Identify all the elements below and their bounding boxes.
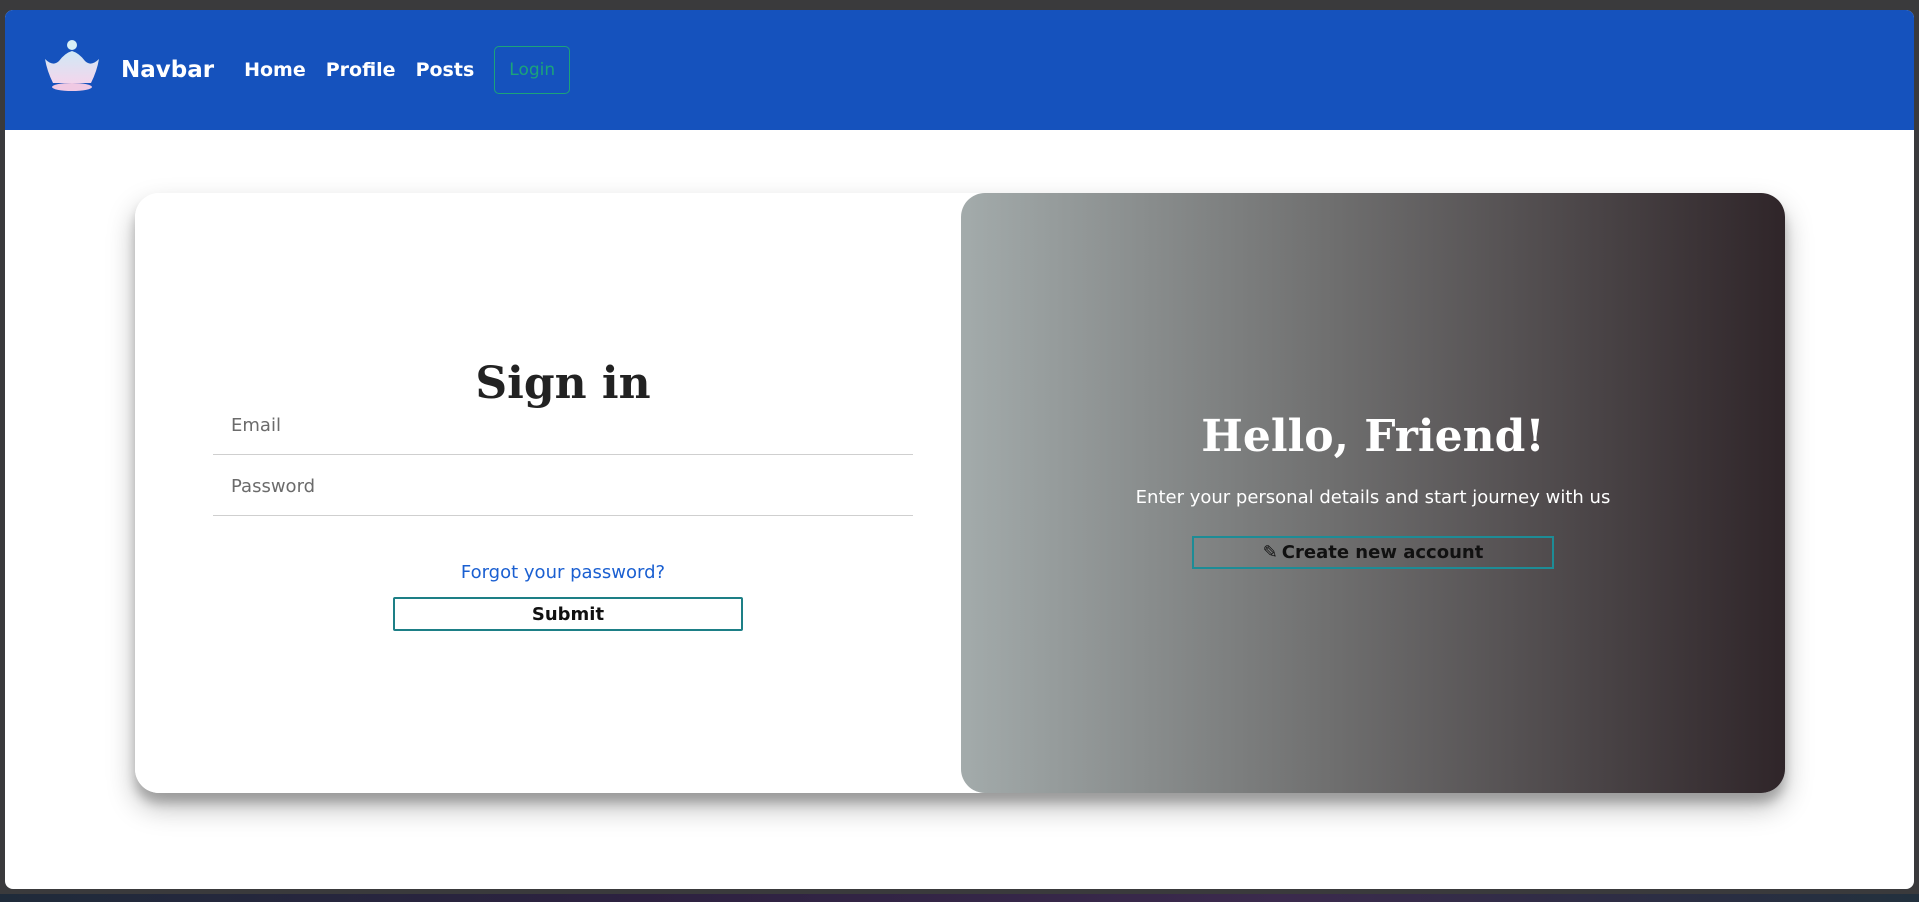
create-account-label: Create new account <box>1281 542 1484 563</box>
nav-links: Home Profile Posts Login <box>244 46 571 94</box>
nav-link-posts[interactable]: Posts <box>416 59 475 81</box>
signin-panel: Sign in Forgot your password? Submit <box>135 193 961 793</box>
welcome-subtitle: Enter your personal details and start jo… <box>1135 487 1611 508</box>
taskbar-strip <box>0 894 1919 902</box>
create-account-button[interactable]: ✎ Create new account <box>1192 536 1554 569</box>
nav-link-profile[interactable]: Profile <box>326 59 396 81</box>
submit-button[interactable]: Submit <box>393 597 743 631</box>
welcome-title: Hello, Friend! <box>1201 411 1545 462</box>
password-field[interactable] <box>213 458 913 516</box>
forgot-password-link[interactable]: Forgot your password? <box>213 562 913 583</box>
crown-icon[interactable] <box>39 37 105 103</box>
navbar-brand[interactable]: Navbar <box>121 57 214 83</box>
welcome-panel: Hello, Friend! Enter your personal detai… <box>961 193 1785 793</box>
login-button[interactable]: Login <box>494 46 571 94</box>
auth-card: Sign in Forgot your password? Submit Hel… <box>135 193 1785 793</box>
pencil-icon: ✎ <box>1262 542 1278 563</box>
navbar: Navbar Home Profile Posts Login <box>5 10 1914 130</box>
app-window: Navbar Home Profile Posts Login Sign in … <box>5 10 1914 889</box>
nav-link-home[interactable]: Home <box>244 59 306 81</box>
email-field[interactable] <box>213 397 913 455</box>
